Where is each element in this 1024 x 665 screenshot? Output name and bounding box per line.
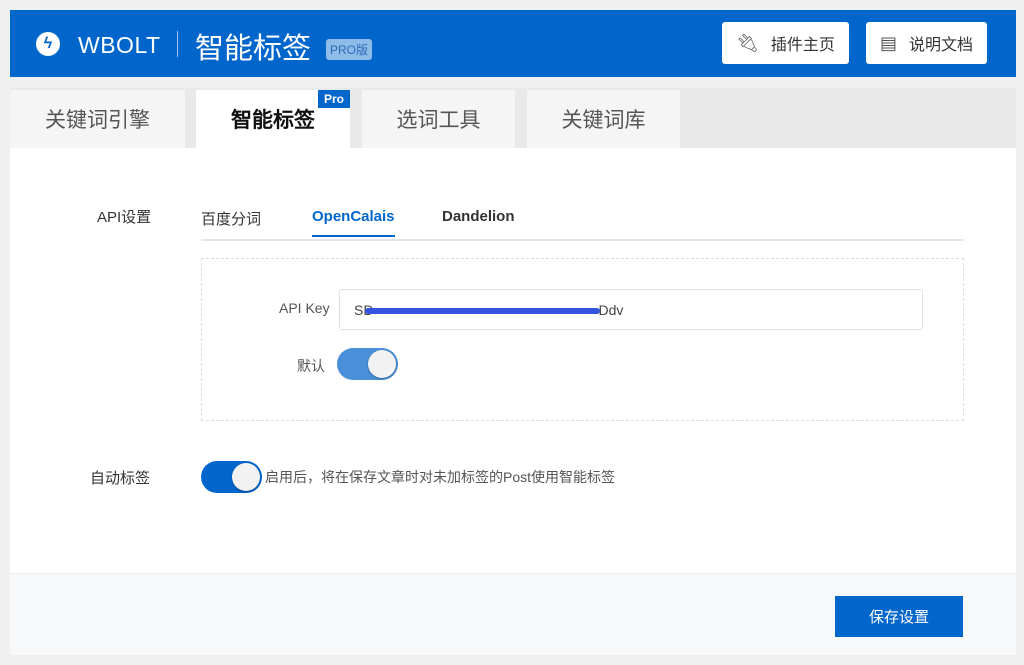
- save-settings-button[interactable]: 保存设置: [835, 596, 963, 637]
- pro-badge: PRO版: [326, 39, 372, 60]
- plugin-home-button[interactable]: 🔌︎ 插件主页: [722, 22, 849, 64]
- tab-word-tool[interactable]: 选词工具: [362, 90, 515, 148]
- main-tabs: 关键词引擎 智能标签Pro 选词工具 关键词库: [10, 88, 1016, 148]
- tab-label: 智能标签: [231, 104, 315, 134]
- docs-label: 说明文档: [909, 31, 973, 55]
- auto-tag-label: 自动标签: [90, 467, 150, 488]
- tab-keyword-engine[interactable]: 关键词引擎: [10, 90, 185, 148]
- footer-bar: 保存设置: [10, 573, 1016, 655]
- api-key-suffix: Ddv: [598, 302, 623, 318]
- api-subtabs: 百度分词 OpenCalais Dandelion: [201, 198, 964, 241]
- default-label: 默认: [297, 356, 325, 376]
- wbolt-logo-icon: ϟ: [36, 32, 60, 56]
- default-toggle[interactable]: [337, 348, 398, 380]
- subtab-baidu[interactable]: 百度分词: [201, 208, 261, 239]
- app-header: ϟ WBOLT 智能标签 PRO版 🔌︎ 插件主页 ▤ 说明文档: [10, 10, 1016, 77]
- plugin-home-label: 插件主页: [771, 31, 835, 55]
- document-icon: ▤: [880, 33, 897, 54]
- api-settings-label: API设置: [97, 206, 151, 227]
- auto-tag-description: 启用后，将在保存文章时对未加标签的Post使用智能标签: [265, 467, 615, 487]
- brand-name: WBOLT: [78, 32, 161, 59]
- tab-keyword-library[interactable]: 关键词库: [527, 90, 680, 148]
- settings-panel: API设置 百度分词 OpenCalais Dandelion API Key …: [10, 148, 1016, 573]
- tab-label: 关键词库: [562, 104, 646, 134]
- api-key-input[interactable]: SDDdv: [339, 289, 923, 330]
- api-config-box: API Key SDDdv 默认: [201, 258, 964, 421]
- divider: [177, 31, 178, 57]
- page-title: 智能标签: [195, 25, 311, 67]
- plug-icon: 🔌︎: [736, 33, 759, 54]
- pro-tab-badge: Pro: [318, 90, 350, 108]
- api-key-label: API Key: [279, 300, 330, 316]
- subtab-opencalais[interactable]: OpenCalais: [312, 208, 395, 237]
- tab-label: 关键词引擎: [45, 104, 150, 134]
- docs-button[interactable]: ▤ 说明文档: [866, 22, 987, 64]
- subtab-dandelion[interactable]: Dandelion: [442, 208, 515, 235]
- tab-smart-tags[interactable]: 智能标签Pro: [196, 90, 350, 148]
- auto-tag-toggle[interactable]: [201, 461, 262, 493]
- redaction-scribble: [365, 308, 600, 314]
- tab-label: 选词工具: [397, 104, 481, 134]
